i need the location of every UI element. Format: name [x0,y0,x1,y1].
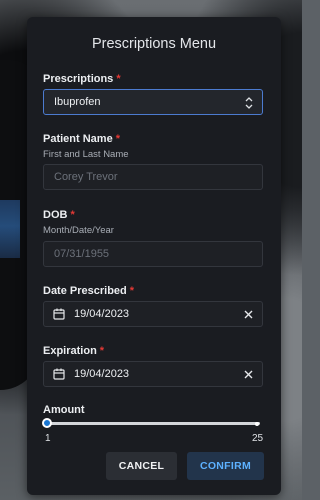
confirm-button[interactable]: CONFIRM [187,452,264,480]
chevron-up-down-icon [245,97,253,109]
expiration-label-text: Expiration [43,345,97,357]
calendar-icon[interactable] [53,368,65,380]
required-marker: * [70,209,75,221]
prescriptions-label-text: Prescriptions [43,73,114,85]
dob-label-text: DOB [43,209,68,221]
amount-slider-track[interactable] [47,422,260,425]
required-marker: * [129,285,135,297]
cancel-button[interactable]: CANCEL [106,452,177,480]
close-icon[interactable] [244,310,253,319]
close-icon[interactable] [244,370,253,379]
patient-name-placeholder: Corey Trevor [54,171,118,183]
amount-slider-end-mark [255,422,259,426]
expiration-label: Expiration * [43,345,104,357]
required-marker: * [99,345,105,357]
dob-placeholder: 07/31/1955 [54,248,110,260]
background-blue-light [0,200,20,258]
amount-max-label: 25 [252,433,264,444]
dob-label: DOB * [43,209,75,221]
prescriptions-select[interactable]: Ibuprofen [43,89,263,115]
amount-min-label: 1 [45,433,51,444]
prescriptions-modal: Prescriptions Menu Prescriptions * Ibupro… [27,17,281,495]
required-marker: * [116,73,121,85]
patient-name-label: Patient Name * [43,133,120,145]
date-prescribed-value: 19/04/2023 [74,308,130,320]
expiration-value: 19/04/2023 [74,368,130,380]
date-prescribed-label-text: Date Prescribed [43,285,127,297]
date-prescribed-input[interactable]: 19/04/2023 [43,301,263,327]
required-marker: * [115,133,120,145]
prescriptions-select-value: Ibuprofen [54,96,101,108]
patient-name-label-text: Patient Name [43,133,113,145]
patient-name-input[interactable]: Corey Trevor [43,164,263,190]
prescriptions-label: Prescriptions * [43,73,121,85]
amount-slider-thumb[interactable] [42,418,52,428]
dob-hint: Month/Date/Year [43,225,114,236]
dob-input[interactable]: 07/31/1955 [43,241,263,267]
date-prescribed-label: Date Prescribed * [43,285,134,297]
patient-name-hint: First and Last Name [43,149,129,160]
calendar-icon[interactable] [53,308,65,320]
amount-label: Amount [43,404,85,416]
expiration-input[interactable]: 19/04/2023 [43,361,263,387]
modal-title: Prescriptions Menu [91,36,217,52]
